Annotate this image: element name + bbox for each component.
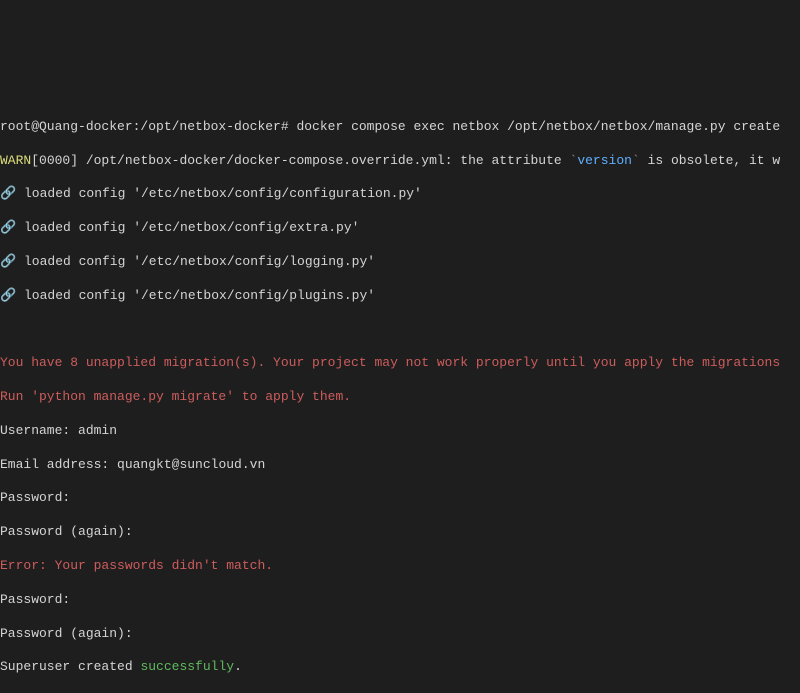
password-error-line: Error: Your passwords didn't match. [0, 558, 800, 575]
warn-path: /opt/netbox-docker/docker-compose.overri… [78, 153, 569, 168]
username-label: Username: [0, 423, 78, 438]
email-label: Email address: [0, 457, 117, 472]
warn-prefix: WARN [0, 153, 31, 168]
warn-suffix: is obsolete, it w [640, 153, 780, 168]
loaded-text: loaded config '/etc/netbox/config/loggin… [16, 254, 375, 269]
success-prefix: Superuser created [0, 659, 140, 674]
loaded-text: loaded config '/etc/netbox/config/extra.… [16, 220, 359, 235]
terminal-output[interactable]: root@Quang-docker:/opt/netbox-docker# do… [0, 102, 800, 693]
warn-timestamp: [0000] [31, 153, 78, 168]
loaded-config-line: 🔗 loaded config '/etc/netbox/config/extr… [0, 220, 800, 237]
loaded-config-line: 🔗 loaded config '/etc/netbox/config/conf… [0, 186, 800, 203]
password-line: Password: [0, 490, 800, 507]
migration-warning-line: You have 8 unapplied migration(s). Your … [0, 355, 800, 372]
email-value: quangkt@suncloud.vn [117, 457, 265, 472]
loaded-config-line: 🔗 loaded config '/etc/netbox/config/logg… [0, 254, 800, 271]
username-value: admin [78, 423, 117, 438]
success-suffix: . [234, 659, 242, 674]
loaded-text: loaded config '/etc/netbox/config/plugin… [16, 288, 375, 303]
attribute-name: version [577, 153, 632, 168]
password-line: Password: [0, 592, 800, 609]
migration-warning-line: Run 'python manage.py migrate' to apply … [0, 389, 800, 406]
link-icon: 🔗 [0, 288, 16, 303]
link-icon: 🔗 [0, 254, 16, 269]
backtick: ` [632, 153, 640, 168]
command-prompt-line: root@Quang-docker:/opt/netbox-docker# do… [0, 119, 800, 136]
success-word: successfully [140, 659, 234, 674]
link-icon: 🔗 [0, 220, 16, 235]
success-line: Superuser created successfully. [0, 659, 800, 676]
command-text: docker compose exec netbox /opt/netbox/n… [289, 119, 780, 134]
username-line: Username: admin [0, 423, 800, 440]
shell-prompt: root@Quang-docker:/opt/netbox-docker# [0, 119, 289, 134]
link-icon: 🔗 [0, 186, 16, 201]
password-again-line: Password (again): [0, 626, 800, 643]
loaded-config-line: 🔗 loaded config '/etc/netbox/config/plug… [0, 288, 800, 305]
email-line: Email address: quangkt@suncloud.vn [0, 457, 800, 474]
warn-line: WARN[0000] /opt/netbox-docker/docker-com… [0, 153, 800, 170]
loaded-text: loaded config '/etc/netbox/config/config… [16, 186, 422, 201]
blank-line [0, 322, 800, 339]
password-again-line: Password (again): [0, 524, 800, 541]
